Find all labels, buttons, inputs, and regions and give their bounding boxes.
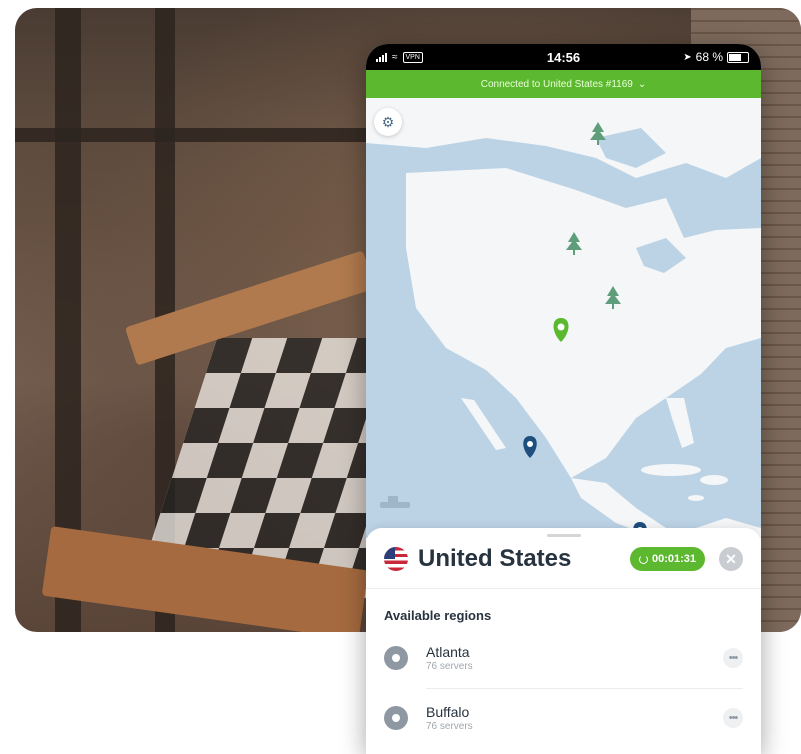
region-row[interactable]: Buffalo 76 servers •••: [384, 696, 743, 740]
power-icon: [638, 554, 648, 564]
ship-icon: [380, 496, 410, 508]
us-flag-icon: [384, 547, 408, 571]
region-server-count: 76 servers: [426, 661, 473, 672]
section-title: Available regions: [384, 608, 492, 623]
country-panel: United States 00:01:31 ✕ Available regio…: [366, 528, 761, 754]
location-arrow-icon: ➤: [683, 51, 692, 63]
battery-icon: [727, 51, 749, 63]
close-icon[interactable]: ✕: [719, 547, 743, 571]
divider: [366, 588, 761, 589]
connection-timer[interactable]: 00:01:31: [629, 547, 705, 571]
country-name: United States: [418, 545, 572, 572]
map-graphic: [366, 98, 761, 544]
gear-icon[interactable]: ⚙: [374, 108, 402, 136]
status-bar: ≈ VPN 14:56 ➤ 68 %: [366, 44, 761, 70]
chevron-down-icon: ⌄: [637, 78, 647, 90]
region-server-count: 76 servers: [426, 721, 473, 732]
divider: [426, 688, 743, 689]
region-name: Atlanta: [426, 644, 470, 660]
location-pin: [523, 436, 537, 458]
timer-value: 00:01:31: [651, 553, 696, 565]
server-map[interactable]: ⚙: [366, 98, 761, 544]
country-header: United States 00:01:31 ✕: [384, 542, 743, 576]
panel-grabber[interactable]: [546, 534, 581, 537]
battery-percent: 68 %: [695, 50, 723, 64]
location-pin-icon: [384, 646, 408, 670]
phone-screen: ≈ VPN 14:56 ➤ 68 % Connected to United S…: [366, 44, 761, 754]
connection-status-text: Connected to United States #1169: [480, 78, 633, 90]
photo-beam: [15, 128, 375, 142]
location-pin-icon: [384, 706, 408, 730]
region-name: Buffalo: [426, 704, 470, 720]
more-options-icon[interactable]: •••: [723, 648, 743, 668]
connection-status-bar[interactable]: Connected to United States #1169 ⌄: [366, 70, 761, 98]
more-options-icon[interactable]: •••: [723, 708, 743, 728]
region-row[interactable]: Atlanta 76 servers •••: [384, 636, 743, 680]
